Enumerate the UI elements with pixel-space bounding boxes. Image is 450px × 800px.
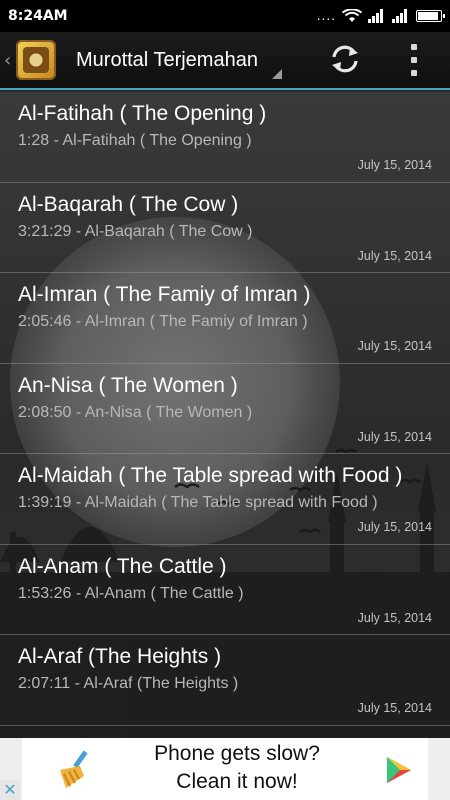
item-subtitle: 3:21:29 - Al-Baqarah ( The Cow ) (18, 222, 253, 240)
broom-icon (60, 750, 88, 788)
ad-close-icon[interactable]: ✕ (0, 780, 20, 800)
item-date: July 15, 2014 (357, 429, 432, 444)
surah-list-area[interactable]: Al-Fatihah ( The Opening ) 1:28 - Al-Fat… (0, 92, 450, 738)
item-subtitle: 2:08:50 - An-Nisa ( The Women ) (18, 403, 253, 421)
title-spinner[interactable]: Murottal Terjemahan (76, 31, 282, 89)
item-title: Al-Anam ( The Cattle ) (18, 554, 227, 578)
item-date: July 15, 2014 (357, 701, 432, 715)
item-title: Al-Fatihah ( The Opening ) (18, 102, 267, 125)
item-title: Al-Baqarah ( The Cow ) (18, 192, 239, 216)
item-subtitle: 1:53:26 - Al-Anam ( The Cattle ) (18, 584, 244, 602)
item-subtitle: 2:05:46 - Al-Imran ( The Famiy of Imran … (18, 313, 308, 330)
spinner-indicator-icon (271, 69, 282, 79)
item-date: July 15, 2014 (357, 339, 432, 353)
wifi-icon (342, 9, 362, 22)
item-title: An-Nisa ( The Women ) (18, 373, 238, 397)
item-subtitle: 1:28 - Al-Fatihah ( The Opening ) (18, 132, 252, 149)
up-caret-icon[interactable]: ‹ (4, 50, 14, 71)
item-title: Al-Araf (The Heights ) (18, 645, 222, 668)
item-title: Al-Maidah ( The Table spread with Food ) (18, 464, 403, 487)
play-store-icon[interactable] (386, 756, 412, 784)
list-item[interactable]: Al-Araf (The Heights ) 2:07:11 - Al-Araf… (0, 635, 450, 726)
overflow-menu-icon[interactable] (404, 44, 424, 76)
list-item[interactable]: Al-Imran ( The Famiy of Imran ) 2:05:46 … (0, 273, 450, 364)
signal-icon-2 (392, 9, 407, 23)
ad-subline: Clean it now! (176, 770, 298, 793)
item-date: July 15, 2014 (357, 158, 432, 172)
list-item[interactable]: Al-Anam ( The Cattle ) 1:53:26 - Al-Anam… (0, 545, 450, 635)
item-date: July 15, 2014 (357, 610, 432, 625)
app-title: Murottal Terjemahan (76, 48, 258, 71)
list-item[interactable]: Al-Maidah ( The Table spread with Food )… (0, 454, 450, 545)
ad-content[interactable]: Phone gets slow? Clean it now! (22, 738, 428, 800)
item-date: July 15, 2014 (357, 520, 432, 534)
list-item[interactable]: Al-Fatihah ( The Opening ) 1:28 - Al-Fat… (0, 92, 450, 183)
ad-banner[interactable]: Phone gets slow? Clean it now! (0, 738, 450, 800)
list-item[interactable]: Al-Baqarah ( The Cow ) 3:21:29 - Al-Baqa… (0, 183, 450, 273)
item-date: July 15, 2014 (357, 248, 432, 263)
app-logo[interactable] (16, 40, 56, 80)
ad-headline: Phone gets slow? (154, 742, 320, 765)
notification-dots: .... (316, 9, 336, 23)
action-bar: ‹ Murottal Terjemahan (0, 32, 450, 90)
item-subtitle: 2:07:11 - Al-Araf (The Heights ) (18, 675, 239, 692)
status-bar: 8:24AM .... (0, 0, 450, 32)
signal-icon-1 (368, 9, 383, 23)
list-item[interactable]: An-Nisa ( The Women ) 2:08:50 - An-Nisa … (0, 364, 450, 454)
item-title: Al-Imran ( The Famiy of Imran ) (18, 283, 311, 306)
status-icons: .... (316, 9, 445, 23)
item-subtitle: 1:39:19 - Al-Maidah ( The Table spread w… (18, 494, 378, 511)
surah-list: Al-Fatihah ( The Opening ) 1:28 - Al-Fat… (0, 92, 450, 726)
refresh-icon[interactable] (328, 42, 362, 76)
status-time: 8:24AM (8, 8, 68, 24)
battery-icon (416, 10, 445, 22)
